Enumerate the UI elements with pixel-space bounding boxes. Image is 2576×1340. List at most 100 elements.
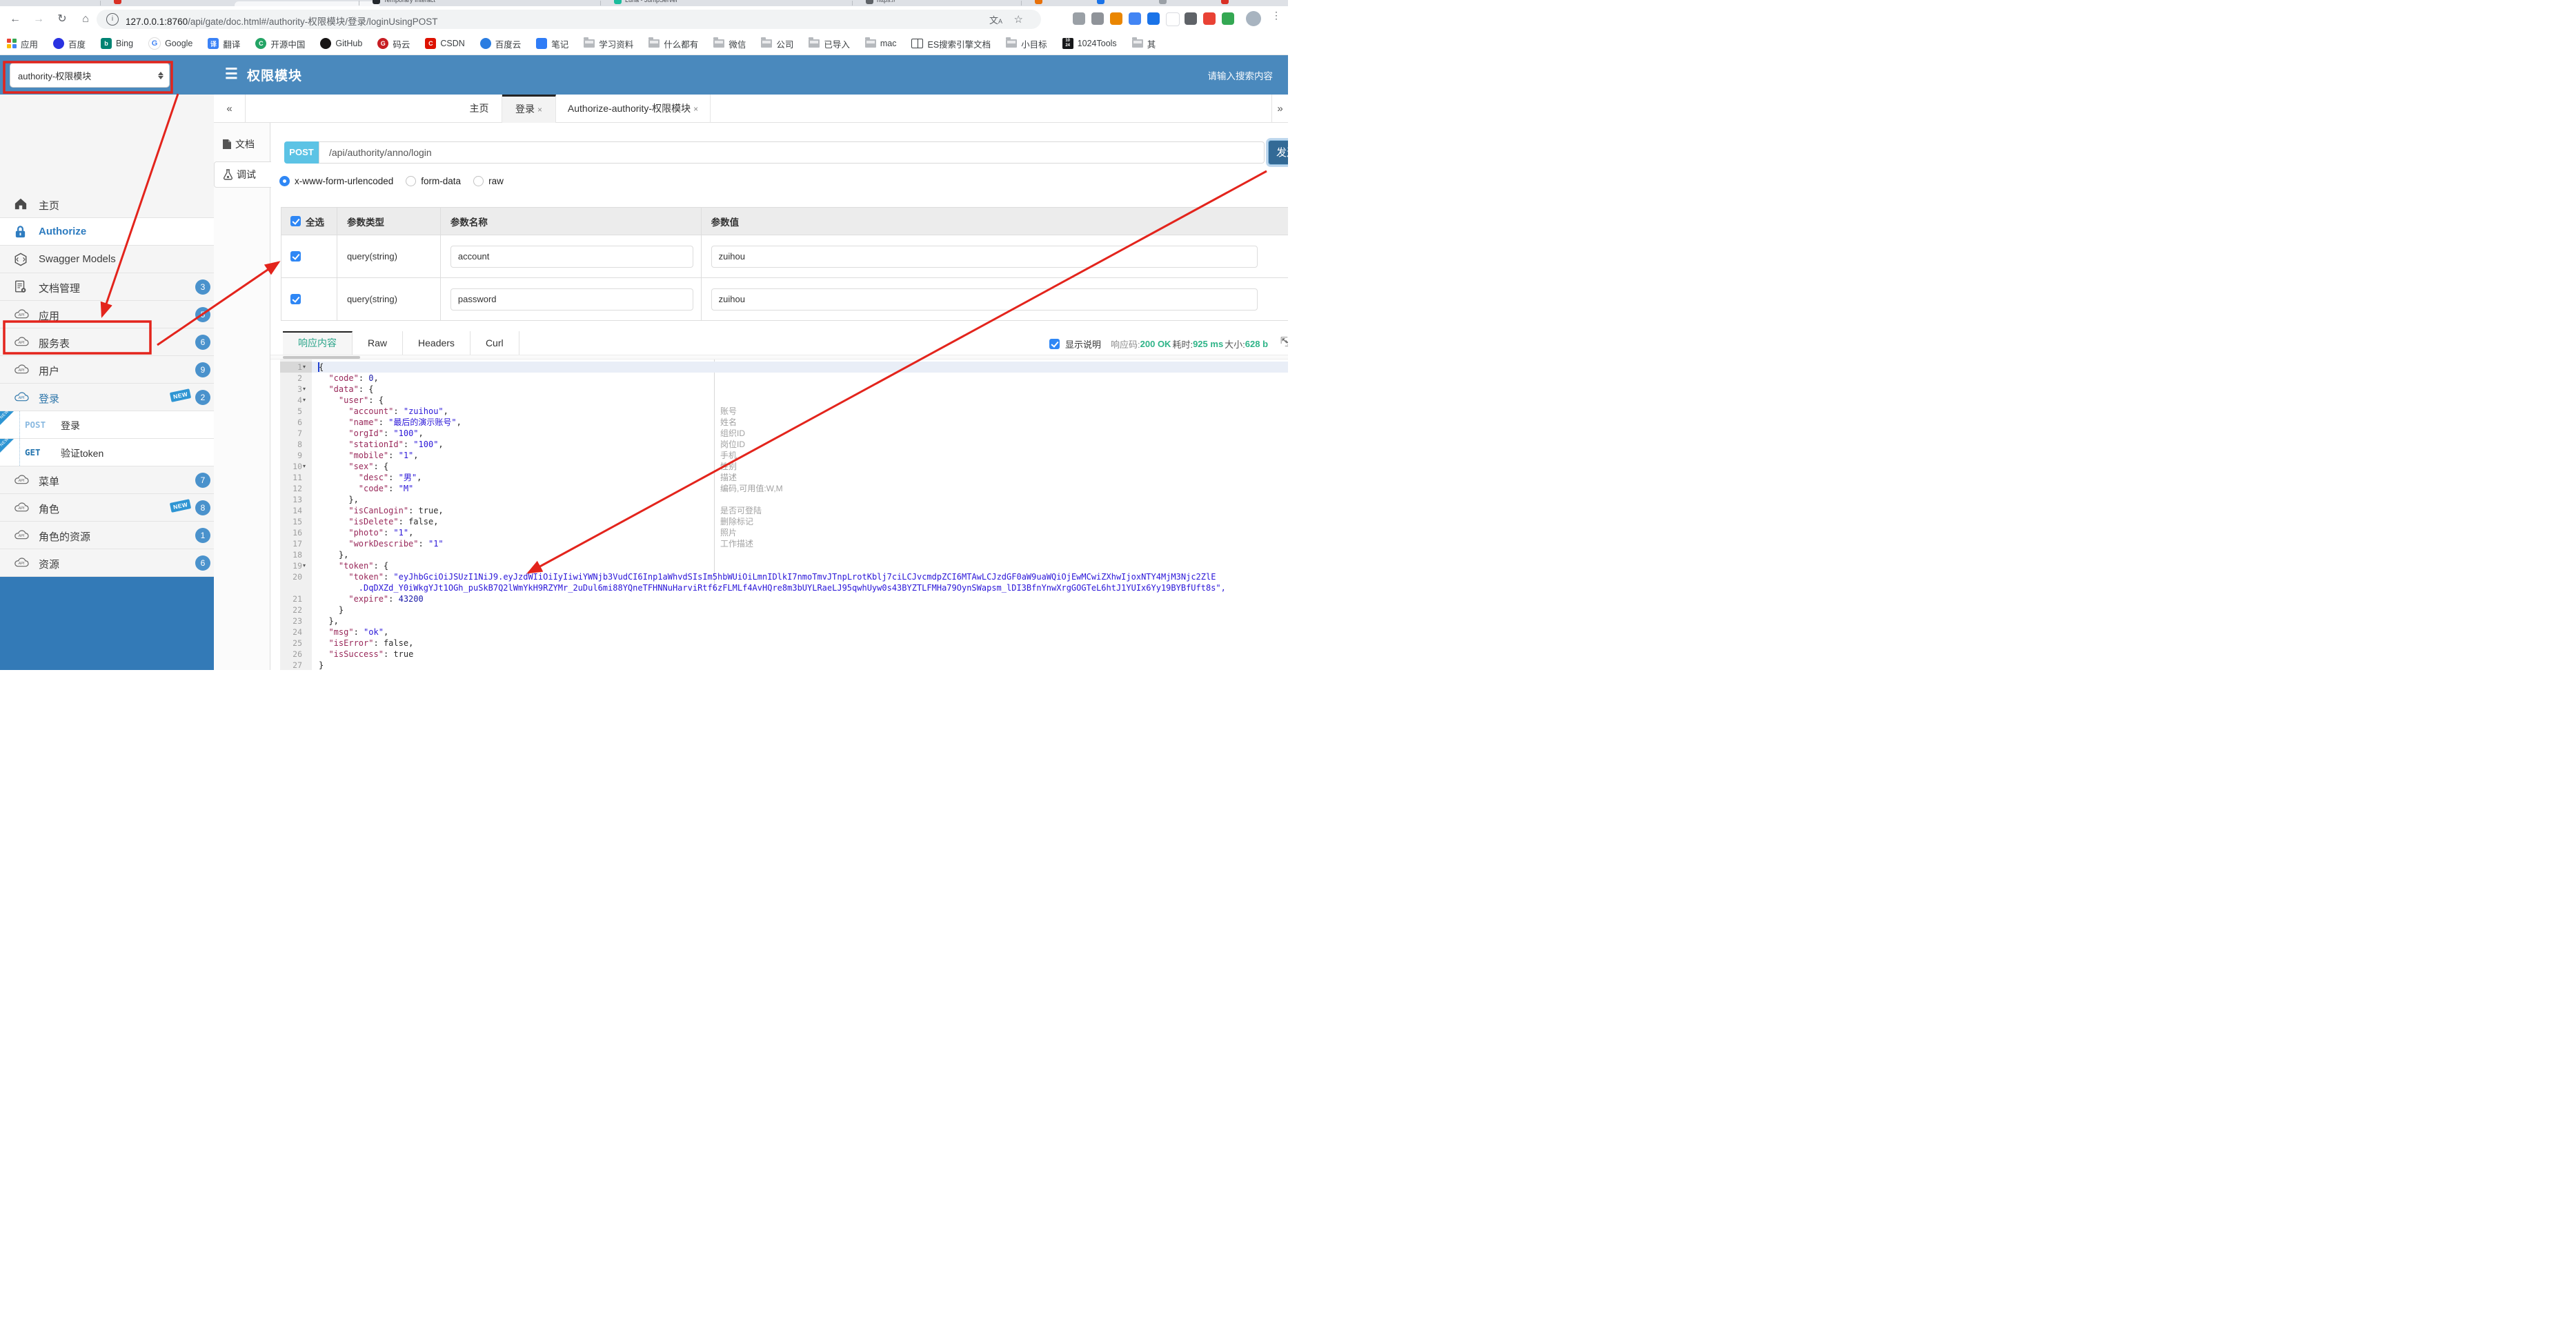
bookmark-item[interactable]: 学习资料 — [584, 37, 633, 50]
subnav-item-debug[interactable]: 调试 — [214, 161, 271, 188]
bookmark-item[interactable]: G Google — [148, 37, 192, 50]
tab-close-icon[interactable]: × — [693, 104, 698, 114]
param-name-input[interactable] — [450, 245, 693, 268]
content-tab-Authorize-authority-权限模块[interactable]: Authorize-authority-权限模块 × — [556, 95, 711, 123]
sidebar-item-应用[interactable]: API 应用 5 — [0, 301, 214, 328]
extension-icon[interactable] — [1147, 12, 1160, 25]
browser-tab[interactable]: Luna - JumpServer — [614, 0, 678, 6]
bookmark-item[interactable]: ES搜索引擎文档 — [911, 37, 991, 50]
bookmark-item[interactable]: 10 24 1024Tools — [1062, 38, 1117, 49]
bookmark-item[interactable]: 已导入 — [809, 37, 850, 50]
browser-tab[interactable] — [1097, 0, 1104, 6]
bookmark-item[interactable]: G 码云 — [377, 37, 410, 50]
response-tab-Headers[interactable]: Headers — [403, 331, 470, 355]
sidebar-endpoint-验证token[interactable]: NEW GET 验证token — [0, 437, 214, 466]
request-url-input[interactable]: /api/authority/anno/login — [319, 141, 1265, 164]
tabs-collapse-button[interactable]: « — [214, 95, 246, 123]
fullscreen-icon[interactable]: ⇱⇲ — [1280, 335, 1288, 348]
fold-arrow-icon[interactable]: ▾ — [303, 560, 306, 571]
content-tab-登录[interactable]: 登录 × — [502, 95, 556, 123]
bookmark-item[interactable]: 百度 — [53, 37, 86, 50]
param-value-input[interactable] — [711, 245, 1258, 268]
fold-arrow-icon[interactable]: ▾ — [303, 461, 306, 472]
bookmark-item[interactable]: 微信 — [713, 37, 746, 50]
extension-icon[interactable] — [1073, 12, 1085, 25]
bookmark-item[interactable]: 其 — [1131, 37, 1156, 50]
extension-icon[interactable] — [1222, 12, 1234, 25]
param-name-input[interactable] — [450, 288, 693, 311]
tabs-more-button[interactable]: » — [1271, 95, 1288, 123]
response-tab-响应内容[interactable]: 响应内容 — [283, 331, 353, 355]
select-all-checkbox[interactable] — [290, 216, 301, 226]
reload-icon[interactable]: ↻ — [54, 11, 70, 28]
bookmark-item[interactable]: 公司 — [761, 37, 793, 50]
bookmark-item[interactable]: mac — [864, 37, 896, 48]
radio-raw[interactable] — [473, 175, 484, 186]
sidebar-item-主页[interactable]: 主页 — [0, 190, 214, 218]
bookmark-item[interactable]: 百度云 — [479, 37, 521, 50]
profile-avatar[interactable] — [1246, 11, 1261, 26]
horizontal-scrollbar[interactable] — [270, 355, 1288, 359]
response-tab-Raw[interactable]: Raw — [353, 331, 404, 355]
sidebar-item-服务表[interactable]: API 服务表 6 — [0, 328, 214, 356]
response-json-editor[interactable]: 1 ▾ 2 3 ▾ 4 ▾ 5 6 7 8 9 10 ▾ 11 12 13 14 15 16 17 18 19 ▾ 20 21 22… — [270, 359, 1288, 670]
scrollbar-handle[interactable] — [283, 356, 360, 359]
bookmark-item[interactable]: 译翻译 — [208, 37, 240, 50]
param-checkbox[interactable] — [290, 251, 301, 262]
radio-x-www-form-urlencoded[interactable] — [279, 175, 290, 186]
sidebar-item-角色的资源[interactable]: API 角色的资源 1 — [0, 522, 214, 549]
bookmark-star-icon[interactable]: ☆ — [1014, 13, 1023, 26]
bookmark-item[interactable]: 笔记 — [536, 37, 568, 50]
extension-icon[interactable] — [1091, 12, 1104, 25]
sidebar-item-用户[interactable]: API 用户 9 — [0, 356, 214, 384]
tab-close-icon[interactable]: × — [537, 105, 542, 115]
sidebar-toggle-icon[interactable]: ☰ — [225, 66, 238, 83]
address-bar[interactable]: i 127.0.0.1:8760/api/gate/doc.html#/auth… — [97, 10, 1041, 29]
bookmark-item[interactable]: b Bing — [101, 38, 133, 49]
header-search-input[interactable]: 请输入搜索内容 — [1208, 68, 1274, 82]
param-value-input[interactable] — [711, 288, 1258, 311]
fold-arrow-icon[interactable]: ▾ — [303, 395, 306, 406]
subnav-item-doc[interactable]: 文档 — [214, 131, 270, 157]
radio-form-data[interactable] — [406, 175, 417, 186]
response-tab-Curl[interactable]: Curl — [470, 331, 519, 355]
bookmark-item[interactable]: C CSDN — [425, 38, 465, 49]
sidebar-endpoint-登录[interactable]: NEW POST 登录 — [0, 409, 214, 439]
bookmark-item[interactable]: 什么都有 — [648, 37, 698, 50]
extension-icon[interactable] — [1129, 12, 1141, 25]
sidebar-item-登录[interactable]: API 登录 NEW 2 — [0, 384, 214, 411]
back-icon[interactable]: ← — [7, 11, 23, 28]
browser-tab[interactable]: Temporary Interact — [373, 0, 435, 6]
browser-menu-icon[interactable]: ⋮ — [1271, 10, 1281, 21]
translate-icon[interactable]: 文A — [989, 13, 1002, 26]
home-icon[interactable]: ⌂ — [77, 11, 94, 28]
content-tab-主页[interactable]: 主页 — [457, 95, 502, 123]
send-button[interactable]: 发送 — [1268, 140, 1288, 165]
bookmark-item[interactable]: GitHub — [320, 38, 362, 49]
sidebar-item-Authorize[interactable]: Authorize — [0, 218, 214, 246]
extension-icon[interactable] — [1110, 12, 1122, 25]
module-select[interactable]: authority-权限模块 — [10, 63, 170, 88]
browser-tab[interactable] — [114, 0, 121, 6]
browser-tab[interactable] — [1221, 0, 1229, 6]
extension-icon[interactable] — [1203, 12, 1216, 25]
sidebar-item-菜单[interactable]: API 菜单 7 — [0, 466, 214, 494]
extension-icon[interactable] — [1166, 12, 1180, 26]
fold-arrow-icon[interactable]: ▾ — [303, 362, 306, 373]
browser-tab[interactable]: https:// — [866, 0, 895, 6]
browser-tabstrip[interactable]: Temporary Interact Luna - JumpServer https… — [0, 0, 1288, 6]
sidebar-item-资源[interactable]: API 资源 6 — [0, 549, 214, 577]
bookmark-item[interactable]: 应用 — [7, 37, 38, 50]
extension-icon[interactable] — [1185, 12, 1197, 25]
show-desc-checkbox[interactable] — [1049, 339, 1060, 349]
url-text[interactable]: 127.0.0.1:8760/api/gate/doc.html#/author… — [126, 14, 437, 28]
bookmark-item[interactable]: C 开源中国 — [255, 37, 305, 50]
sidebar-item-文档管理[interactable]: 文档管理 3 — [0, 273, 214, 301]
param-checkbox[interactable] — [290, 294, 301, 304]
sidebar-item-Swagger Models[interactable]: Swagger Models — [0, 246, 214, 273]
browser-tab[interactable] — [1159, 0, 1167, 6]
sidebar-item-角色[interactable]: API 角色 NEW 8 — [0, 494, 214, 522]
browser-tab[interactable] — [1035, 0, 1042, 6]
forward-icon[interactable]: → — [30, 11, 47, 28]
page-info-icon[interactable]: i — [106, 13, 119, 26]
